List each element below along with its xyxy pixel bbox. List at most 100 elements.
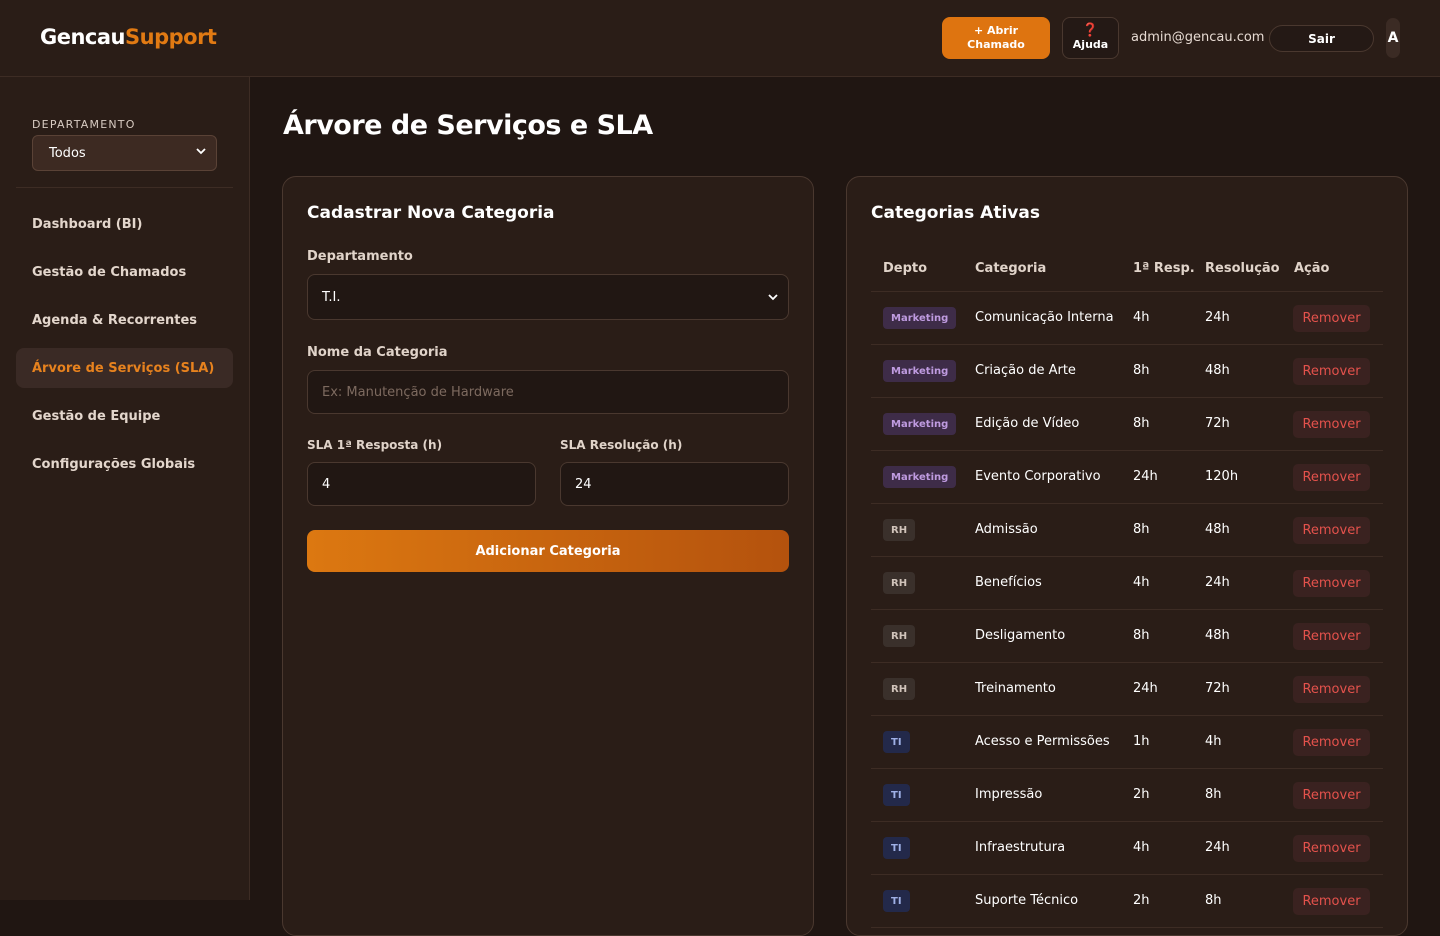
remove-button[interactable]: Remover xyxy=(1293,358,1370,385)
dept-badge: RH xyxy=(883,572,916,594)
table-row: TI Suporte Técnico 2h 8h Remover xyxy=(871,875,1383,928)
top-header: GencauSupport + Abrir Chamado ❓ Ajuda ad… xyxy=(0,0,1440,77)
dept-badge: TI xyxy=(883,731,910,753)
logout-button[interactable]: Sair xyxy=(1269,25,1374,52)
remove-button[interactable]: Remover xyxy=(1293,729,1370,756)
sla-resolution-value: 24 xyxy=(575,476,592,492)
sidebar-item-service-tree[interactable]: Árvore de Serviços (SLA) xyxy=(16,348,233,388)
sidebar-item-dashboard[interactable]: Dashboard (BI) xyxy=(16,204,233,244)
active-categories-card: Categorias Ativas Depto Categoria 1ª Res… xyxy=(846,176,1408,936)
remove-button[interactable]: Remover xyxy=(1293,782,1370,809)
resolution-cell: 48h xyxy=(1205,628,1230,643)
dept-badge: TI xyxy=(883,784,910,806)
sla-resolution-label: SLA Resolução (h) xyxy=(560,438,683,452)
first-response-cell: 4h xyxy=(1133,575,1150,590)
sidebar: DEPARTAMENTO Todos Dashboard (BI) Gestão… xyxy=(0,77,250,900)
sidebar-item-settings[interactable]: Configurações Globais xyxy=(16,444,233,484)
first-response-cell: 4h xyxy=(1133,840,1150,855)
department-filter-label: DEPARTAMENTO xyxy=(32,118,136,131)
first-response-cell: 1h xyxy=(1133,734,1150,749)
table-title: Categorias Ativas xyxy=(871,203,1040,223)
first-response-cell: 8h xyxy=(1133,416,1150,431)
remove-button[interactable]: Remover xyxy=(1293,623,1370,650)
table-row: Marketing Edição de Vídeo 8h 72h Remover xyxy=(871,398,1383,451)
sla-first-response-value: 4 xyxy=(322,476,331,492)
first-response-cell: 8h xyxy=(1133,522,1150,537)
sla-first-response-input[interactable]: 4 xyxy=(307,462,536,506)
remove-button[interactable]: Remover xyxy=(1293,517,1370,544)
sidebar-item-team[interactable]: Gestão de Equipe xyxy=(16,396,233,436)
remove-button[interactable]: Remover xyxy=(1293,676,1370,703)
category-cell: Infraestrutura xyxy=(975,840,1066,855)
column-header-category: Categoria xyxy=(975,261,1047,276)
remove-button[interactable]: Remover xyxy=(1293,411,1370,438)
sidebar-item-schedule[interactable]: Agenda & Recorrentes xyxy=(16,300,233,340)
resolution-cell: 8h xyxy=(1205,787,1222,802)
department-filter-select[interactable]: Todos xyxy=(32,135,217,171)
remove-button[interactable]: Remover xyxy=(1293,570,1370,597)
first-response-cell: 8h xyxy=(1133,363,1150,378)
sla-resolution-input[interactable]: 24 xyxy=(560,462,789,506)
table-row: Marketing Evento Corporativo 24h 120h Re… xyxy=(871,451,1383,504)
form-title: Cadastrar Nova Categoria xyxy=(307,203,555,223)
dept-badge: TI xyxy=(883,837,910,859)
department-filter-value: Todos xyxy=(49,145,86,161)
resolution-cell: 4h xyxy=(1205,734,1222,749)
logo-text-primary: Gencau xyxy=(40,25,126,49)
first-response-cell: 2h xyxy=(1133,787,1150,802)
page-title: Árvore de Serviços e SLA xyxy=(283,110,653,141)
category-cell: Admissão xyxy=(975,522,1038,537)
column-header-resolution: Resolução xyxy=(1205,261,1280,276)
table-row: RH Admissão 8h 48h Remover xyxy=(871,504,1383,557)
help-label: Ajuda xyxy=(1072,38,1109,51)
sidebar-divider xyxy=(16,187,233,188)
open-ticket-label-line2: Chamado xyxy=(967,38,1025,51)
remove-button[interactable]: Remover xyxy=(1293,305,1370,332)
app-logo[interactable]: GencauSupport xyxy=(40,25,217,49)
dept-badge: Marketing xyxy=(883,466,957,488)
column-header-dept: Depto xyxy=(883,261,928,276)
help-button[interactable]: ❓ Ajuda xyxy=(1062,17,1119,59)
chevron-down-icon xyxy=(768,292,778,305)
category-name-placeholder: Ex: Manutenção de Hardware xyxy=(322,384,514,400)
new-category-form-card: Cadastrar Nova Categoria Departamento T.… xyxy=(282,176,814,936)
question-mark-icon: ❓ xyxy=(1082,23,1099,38)
user-email: admin@gencau.com xyxy=(1131,30,1265,45)
department-select[interactable]: T.I. xyxy=(307,274,789,320)
remove-button[interactable]: Remover xyxy=(1293,835,1370,862)
category-cell: Acesso e Permissões xyxy=(975,734,1110,749)
resolution-cell: 48h xyxy=(1205,522,1230,537)
table-row: RH Desligamento 8h 48h Remover xyxy=(871,610,1383,663)
category-cell: Evento Corporativo xyxy=(975,469,1101,484)
table-row: TI Infraestrutura 4h 24h Remover xyxy=(871,822,1383,875)
remove-button[interactable]: Remover xyxy=(1293,464,1370,491)
category-cell: Suporte Técnico xyxy=(975,893,1079,908)
dept-badge: Marketing xyxy=(883,360,957,382)
table-row: RH Benefícios 4h 24h Remover xyxy=(871,557,1383,610)
first-response-cell: 24h xyxy=(1133,681,1158,696)
dept-badge: TI xyxy=(883,890,910,912)
avatar[interactable]: A xyxy=(1386,18,1400,58)
first-response-cell: 4h xyxy=(1133,310,1150,325)
resolution-cell: 72h xyxy=(1205,681,1230,696)
chevron-down-icon xyxy=(196,146,206,159)
category-cell: Treinamento xyxy=(975,681,1056,696)
resolution-cell: 8h xyxy=(1205,893,1222,908)
table-row: TI Acesso e Permissões 1h 4h Remover xyxy=(871,716,1383,769)
sidebar-item-tickets[interactable]: Gestão de Chamados xyxy=(16,252,233,292)
remove-button[interactable]: Remover xyxy=(1293,888,1370,915)
column-header-first-response: 1ª Resp. xyxy=(1133,261,1195,276)
category-name-input[interactable]: Ex: Manutenção de Hardware xyxy=(307,370,789,414)
table-row: Marketing Comunicação Interna 4h 24h Rem… xyxy=(871,292,1383,345)
resolution-cell: 24h xyxy=(1205,310,1230,325)
add-category-button[interactable]: Adicionar Categoria xyxy=(307,530,789,572)
open-ticket-button[interactable]: + Abrir Chamado xyxy=(942,17,1050,59)
first-response-cell: 2h xyxy=(1133,893,1150,908)
dept-badge: RH xyxy=(883,625,916,647)
resolution-cell: 24h xyxy=(1205,575,1230,590)
category-name-label: Nome da Categoria xyxy=(307,345,448,360)
department-select-value: T.I. xyxy=(322,289,341,305)
first-response-cell: 8h xyxy=(1133,628,1150,643)
dept-badge: Marketing xyxy=(883,413,957,435)
dept-badge: RH xyxy=(883,519,916,541)
